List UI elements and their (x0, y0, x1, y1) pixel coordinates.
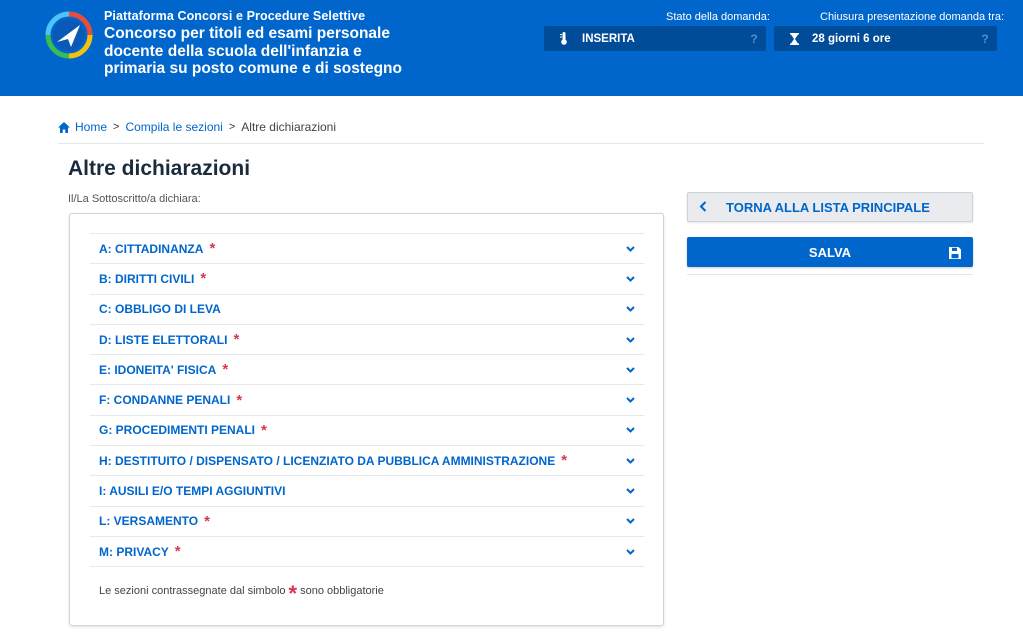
section-label: L: VERSAMENTO (99, 514, 199, 529)
section-label: D: LISTE ELETTORALI (99, 332, 228, 347)
chevron-down-icon[interactable] (625, 395, 635, 405)
back-button-label: TORNA ALLA LISTA PRINCIPALE (726, 199, 930, 215)
section-label: A: CITTADINANZA (99, 241, 204, 256)
save-button-label: SALVA (808, 244, 852, 260)
section-accordion-item[interactable]: A: CITTADINANZA * (90, 234, 644, 265)
contest-title: Concorso per titoli ed esami personale d… (104, 25, 402, 77)
status-box: INSERITA ? (544, 26, 766, 51)
required-asterisk: * (561, 452, 568, 470)
required-asterisk: * (204, 512, 210, 530)
section-accordion-item[interactable]: L: VERSAMENTO * (90, 507, 644, 537)
required-asterisk: * (200, 270, 207, 288)
section-label: F: CONDANNE PENALI (99, 393, 231, 408)
deadline-help-button[interactable]: ? (973, 32, 997, 46)
sections-list: A: CITTADINANZA * B: DIRITTI CIVILI * C: OBB… (90, 233, 644, 568)
chevron-down-icon[interactable] (625, 456, 635, 466)
required-asterisk: * (174, 543, 181, 561)
section-accordion-item[interactable]: D: LISTE ELETTORALI * (90, 325, 644, 356)
section-label: I: AUSILI E/O TEMPI AGGIUNTIVI (99, 484, 286, 499)
chevron-down-icon[interactable] (625, 425, 635, 435)
required-symbol: * (288, 581, 298, 606)
deadline-label: Chiusura presentazione domanda tra: (820, 11, 1005, 23)
chevron-down-icon[interactable] (625, 304, 635, 314)
breadcrumb-sections-link[interactable]: Compila le sezioni (125, 120, 222, 134)
platform-name: Piattaforma Concorsi e Procedure Seletti… (104, 9, 366, 23)
section-label: C: OBBLIGO DI LEVA (99, 302, 221, 317)
deadline-value: 28 giorni 6 ore (812, 32, 891, 45)
section-accordion-item[interactable]: I: AUSILI E/O TEMPI AGGIUNTIVI (90, 476, 644, 507)
chevron-down-icon[interactable] (625, 274, 635, 284)
required-asterisk: * (236, 391, 243, 409)
thermometer-icon (554, 32, 574, 45)
actions-divider (687, 274, 973, 275)
required-asterisk: * (209, 240, 216, 258)
floppy-disk-icon (949, 246, 961, 264)
deadline-box: 28 giorni 6 ore ? (774, 26, 997, 51)
section-accordion-item[interactable]: B: DIRITTI CIVILI * (90, 264, 644, 295)
status-help-button[interactable]: ? (742, 32, 766, 46)
required-asterisk: * (233, 331, 240, 349)
sections-card: A: CITTADINANZA * B: DIRITTI CIVILI * C: OBB… (69, 213, 664, 626)
breadcrumb-divider (58, 143, 984, 144)
chevron-down-icon[interactable] (625, 486, 635, 496)
breadcrumb-separator: > (113, 121, 120, 133)
section-label: B: DIRITTI CIVILI (99, 271, 195, 286)
legend-text-after: sono obbligatorie (300, 585, 384, 597)
section-accordion-item[interactable]: C: OBBLIGO DI LEVA (90, 295, 644, 325)
chevron-down-icon[interactable] (625, 365, 635, 375)
section-accordion-item[interactable]: G: PROCEDIMENTI PENALI * (90, 416, 644, 447)
save-button[interactable]: SALVA (687, 237, 973, 267)
back-to-main-list-button[interactable]: TORNA ALLA LISTA PRINCIPALE (687, 192, 973, 222)
breadcrumb-home-link[interactable]: Home (75, 120, 107, 134)
required-asterisk: * (261, 421, 267, 439)
page-subtitle: Il/La Sottoscritto/a dichiara: (68, 193, 201, 205)
breadcrumb: Home > Compila le sezioni > Altre dichia… (58, 120, 336, 134)
status-label: Stato della domanda: (666, 11, 770, 23)
breadcrumb-separator: > (228, 121, 236, 133)
section-accordion-item[interactable]: F: CONDANNE PENALI * (90, 385, 644, 416)
breadcrumb-current: Altre dichiarazioni (241, 120, 336, 134)
section-accordion-item[interactable]: H: DESTITUITO / DISPENSATO / LICENZIATO … (90, 446, 644, 477)
legend-text-before: Le sezioni contrassegnate dal simbolo (99, 585, 286, 597)
app-header: Piattaforma Concorsi e Procedure Seletti… (0, 0, 1023, 96)
chevron-down-icon[interactable] (625, 244, 635, 254)
section-label: E: IDONEITA' FISICA (99, 362, 217, 377)
section-label: M: PRIVACY (99, 544, 169, 559)
section-label: G: PROCEDIMENTI PENALI (99, 423, 256, 438)
chevron-down-icon[interactable] (625, 335, 635, 345)
home-icon[interactable] (58, 121, 70, 133)
required-legend: Le sezioni contrassegnate dal simbolo * … (99, 580, 384, 606)
chevron-down-icon[interactable] (625, 547, 635, 557)
chevron-down-icon[interactable] (625, 516, 635, 526)
chevron-left-icon (688, 199, 718, 215)
page-title: Altre dichiarazioni (68, 157, 251, 180)
section-accordion-item[interactable]: M: PRIVACY * (90, 537, 644, 568)
required-asterisk: * (222, 361, 229, 379)
section-label: H: DESTITUITO / DISPENSATO / LICENZIATO … (99, 453, 556, 468)
platform-logo-icon (45, 11, 93, 59)
hourglass-icon (784, 32, 804, 45)
status-value: INSERITA (582, 32, 635, 45)
section-accordion-item[interactable]: E: IDONEITA' FISICA * (90, 355, 644, 386)
